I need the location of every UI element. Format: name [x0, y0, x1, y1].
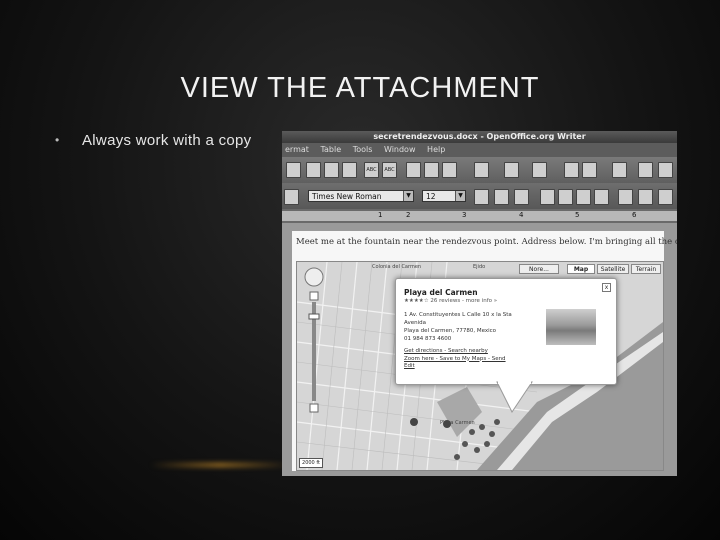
font-size-select[interactable]: 12 ▼ [422, 190, 466, 202]
slide-title: VIEW THE ATTACHMENT [180, 72, 540, 104]
tab-more[interactable]: Nore... [519, 264, 559, 274]
align-right-icon[interactable] [576, 189, 591, 205]
format-paintbrush-icon[interactable] [474, 162, 489, 178]
place-actions: Get directions - Search nearby Zoom here… [404, 348, 524, 371]
accent-glow [150, 462, 290, 468]
italic-icon[interactable] [494, 189, 509, 205]
menu-window[interactable]: Window [384, 145, 416, 154]
map-label: Ejido [473, 264, 486, 270]
menu-help[interactable]: Help [427, 145, 445, 154]
font-name-value: Times New Roman [312, 192, 382, 201]
styles-icon[interactable] [284, 189, 299, 205]
ruler-tick-label: 6 [632, 211, 637, 219]
ruler-tick-label: 4 [519, 211, 524, 219]
gallery-icon[interactable] [658, 162, 673, 178]
ruler-tick-label: 2 [406, 211, 411, 219]
menu-tools[interactable]: Tools [353, 145, 373, 154]
bold-icon[interactable] [474, 189, 489, 205]
bullets-icon[interactable] [638, 189, 653, 205]
address-line: Avenida [404, 320, 426, 326]
bullet-dot: • [55, 133, 60, 147]
print-icon[interactable] [324, 162, 339, 178]
ruler-tick-label: 3 [462, 211, 467, 219]
formatting-toolbar: Times New Roman ▼ 12 ▼ [282, 183, 677, 209]
menu-bar: ermat Table Tools Window Help [282, 143, 677, 157]
ruler-scale: 1 2 3 4 5 6 [282, 211, 677, 221]
map-label: Playa Carmen [440, 420, 475, 426]
export-pdf-icon[interactable] [306, 162, 321, 178]
bullet-text: Always work with a copy [82, 132, 252, 149]
document-page[interactable]: Meet me at the fountain near the rendezv… [292, 231, 677, 471]
edit-link[interactable]: Edit [404, 363, 524, 371]
paste-icon[interactable] [442, 162, 457, 178]
map-zoom-control[interactable] [303, 266, 325, 426]
edit-file-icon[interactable] [286, 162, 301, 178]
map-label: Colonia del Carmen [372, 264, 422, 270]
address-line: Playa del Carmen, 77780, Mexico [404, 328, 497, 334]
place-rating[interactable]: ★★★★☆ 26 reviews - more info » [404, 298, 497, 304]
close-icon[interactable]: x [602, 283, 611, 292]
align-left-icon[interactable] [540, 189, 555, 205]
standard-toolbar: ABC ABC [282, 157, 677, 183]
chevron-down-icon[interactable]: ▼ [455, 191, 465, 201]
place-info-popup: x Playa del Carmen ★★★★☆ 26 reviews - mo… [395, 278, 617, 385]
directions-link[interactable]: Get directions - Search nearby [404, 348, 524, 356]
menu-format[interactable]: ermat [285, 145, 309, 154]
map-type-tabs: Nore... Map Satellite Terrain [519, 264, 661, 274]
zoom-save-link[interactable]: Zoom here - Save to My Maps - Send [404, 356, 524, 364]
page-preview-icon[interactable] [342, 162, 357, 178]
font-name-select[interactable]: Times New Roman ▼ [308, 190, 414, 202]
tab-satellite[interactable]: Satellite [597, 264, 629, 274]
window-titlebar: secretrendezvous.docx - OpenOffice.org W… [282, 131, 677, 143]
undo-icon[interactable] [504, 162, 519, 178]
address-line: 1 Av. Constituyentes L Calle 10 x la Sta [404, 312, 512, 318]
underline-icon[interactable] [514, 189, 529, 205]
address-line: 01 984 873 4600 [404, 336, 452, 342]
place-address: 1 Av. Constituyentes L Calle 10 x la Sta… [404, 311, 524, 343]
place-title: Playa del Carmen [404, 288, 478, 297]
tab-terrain[interactable]: Terrain [631, 264, 661, 274]
tab-map[interactable]: Map [567, 264, 595, 274]
draw-functions-icon[interactable] [612, 162, 627, 178]
autospellcheck-icon[interactable]: ABC [382, 162, 397, 178]
hyperlink-icon[interactable] [564, 162, 579, 178]
chevron-down-icon[interactable]: ▼ [403, 191, 413, 201]
horizontal-ruler: 1 2 3 4 5 6 [282, 209, 677, 223]
redo-icon[interactable] [532, 162, 547, 178]
numbering-icon[interactable] [618, 189, 633, 205]
table-icon[interactable] [582, 162, 597, 178]
menu-table[interactable]: Table [320, 145, 341, 154]
document-text[interactable]: Meet me at the fountain near the rendezv… [296, 237, 677, 247]
font-size-value: 12 [426, 192, 436, 201]
embedded-map[interactable]: Colonia del Carmen Ejido Playa Carmen No… [296, 261, 664, 471]
map-scale: 2000 ft [299, 458, 323, 468]
cut-icon[interactable] [406, 162, 421, 178]
writer-screenshot: secretrendezvous.docx - OpenOffice.org W… [282, 131, 677, 476]
copy-icon[interactable] [424, 162, 439, 178]
justify-icon[interactable] [594, 189, 609, 205]
place-photo[interactable] [546, 309, 596, 345]
spellcheck-icon[interactable]: ABC [364, 162, 379, 178]
indent-icon[interactable] [658, 189, 673, 205]
ruler-tick-label: 5 [575, 211, 580, 219]
align-center-icon[interactable] [558, 189, 573, 205]
ruler-tick-label: 1 [378, 211, 383, 219]
navigator-icon[interactable] [638, 162, 653, 178]
